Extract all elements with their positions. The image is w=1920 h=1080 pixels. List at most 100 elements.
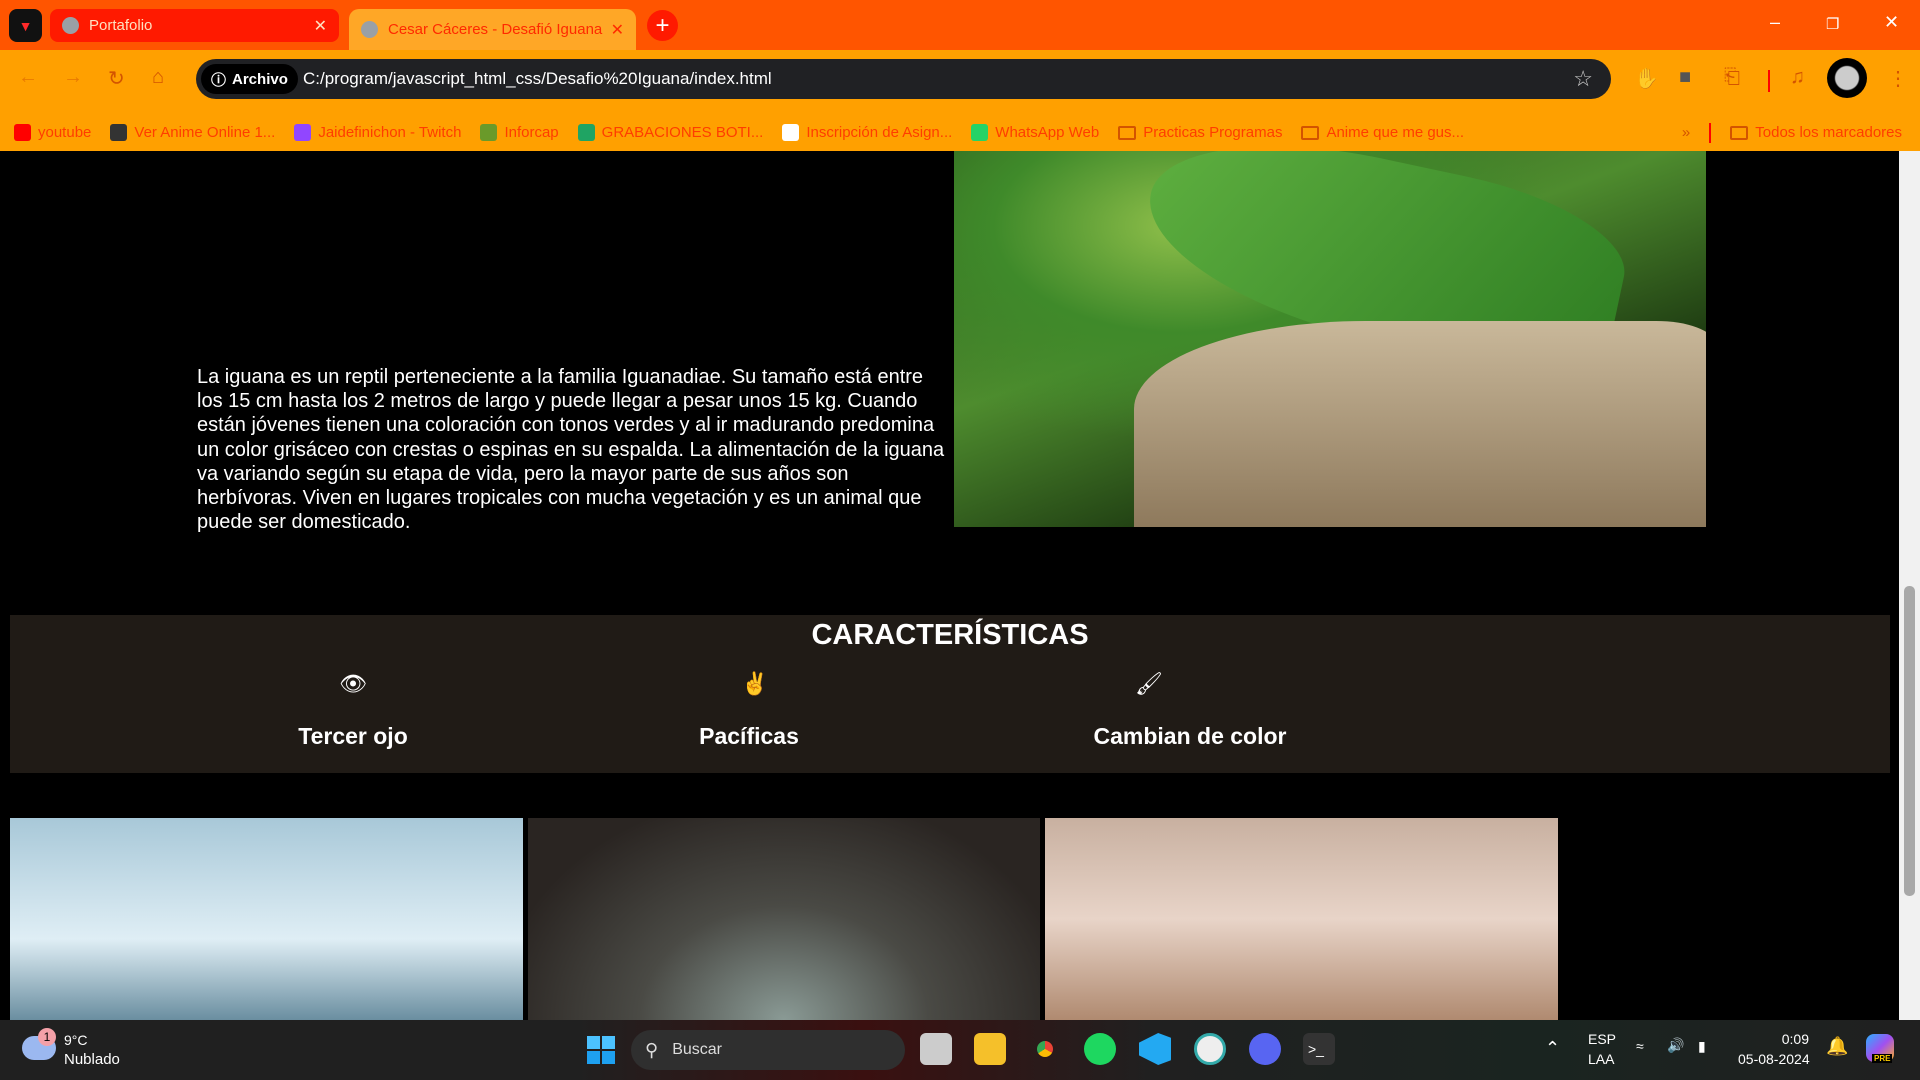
media-control-icon[interactable]: ♫	[1790, 66, 1805, 89]
gallery-image-iguanas-sand	[1045, 818, 1558, 1020]
iguana-description: La iguana es un reptil perteneciente a l…	[197, 366, 945, 534]
notification-bell-icon[interactable]: 🔔	[1826, 1036, 1848, 1057]
home-icon[interactable]: ⌂	[152, 66, 164, 89]
bookmark-item[interactable]: Jaidefinichon - Twitch	[294, 124, 461, 141]
folder-icon	[1118, 125, 1137, 140]
bookmark-item[interactable]: WhatsApp Web	[971, 124, 1099, 141]
folder-icon	[1730, 125, 1749, 140]
weather-temp[interactable]: 9°C	[64, 1032, 88, 1048]
discord-icon[interactable]	[1249, 1033, 1281, 1065]
bookmark-label: Inscripción de Asign...	[806, 124, 953, 141]
bookmark-label: Jaidefinichon - Twitch	[318, 124, 462, 141]
address-bar[interactable]: ⓘ Archivo C:/program/javascript_html_css/…	[196, 59, 1611, 99]
site-info-label: Archivo	[232, 70, 288, 88]
bookmark-label: Inforcap	[504, 124, 559, 141]
whatsapp-icon	[971, 124, 989, 141]
clock-time[interactable]: 0:09	[1761, 1031, 1809, 1047]
bookmarks-bar: youtube Ver Anime Online 1... Jaidefinicho…	[0, 114, 1920, 151]
bookmark-label: Anime que me gus...	[1326, 124, 1465, 141]
taskbar-search[interactable]: ⚲ Buscar	[631, 1030, 905, 1070]
reload-icon[interactable]: ↻	[108, 66, 125, 91]
site-info-chip[interactable]: ⓘ Archivo	[201, 64, 298, 94]
extensions-icon[interactable]: ⎗	[1724, 66, 1740, 89]
robot-extension-icon[interactable]: ■	[1679, 66, 1691, 89]
twitch-icon	[294, 124, 312, 141]
close-window-icon[interactable]: ✕	[1884, 12, 1899, 33]
feature-label: Tercer ojo	[298, 723, 408, 749]
bookmark-star-icon[interactable]: ☆	[1573, 66, 1593, 92]
eye-icon: 👁	[339, 671, 367, 696]
bookmark-label: youtube	[38, 124, 92, 141]
tab-search-button[interactable]: ▼	[9, 9, 42, 42]
menu-icon[interactable]: ⋮	[1888, 66, 1908, 91]
tab-portafolio[interactable]: Portafolio ✕	[50, 9, 339, 42]
weather-condition[interactable]: Nublado	[64, 1051, 120, 1068]
app-icon[interactable]	[1194, 1033, 1226, 1065]
paintbrush-icon: 🖌	[1135, 671, 1163, 696]
sheets-icon	[577, 124, 595, 141]
feature-label: Cambian de color	[1093, 723, 1287, 749]
bookmarks-overflow-button[interactable]: »	[1682, 124, 1690, 141]
close-tab-icon[interactable]: ✕	[314, 16, 327, 36]
url-text[interactable]: C:/program/javascript_html_css/Desafio%2…	[303, 69, 772, 89]
back-icon[interactable]: ←	[18, 66, 38, 89]
bookmark-item[interactable]: Practicas Programas	[1118, 124, 1282, 141]
all-bookmarks-label: Todos los marcadores	[1755, 124, 1902, 141]
vertical-scrollbar[interactable]	[1899, 151, 1920, 1020]
gallery-image-iguana-closeup	[528, 818, 1040, 1020]
copilot-badge: PRE	[1872, 1054, 1893, 1063]
globe-icon	[62, 17, 79, 34]
globe-icon	[361, 21, 378, 38]
scrollbar-thumb[interactable]	[1904, 586, 1915, 896]
bookmark-item[interactable]: Anime que me gus...	[1301, 124, 1464, 141]
new-tab-button[interactable]: +	[647, 10, 678, 41]
toolbar-divider	[1768, 70, 1770, 92]
bookmark-item[interactable]: GRABACIONES BOTI...	[577, 124, 763, 141]
inforcap-icon	[480, 124, 498, 141]
peace-hand-icon: ✌	[741, 671, 769, 696]
spotify-icon[interactable]	[1084, 1033, 1116, 1065]
wifi-icon[interactable]: ≈	[1636, 1038, 1644, 1054]
bookmark-label: Practicas Programas	[1143, 124, 1283, 141]
bookmark-item[interactable]: Inforcap	[480, 124, 559, 141]
profile-avatar[interactable]	[1827, 58, 1867, 98]
bookmark-item[interactable]: Ver Anime Online 1...	[110, 124, 275, 141]
volume-icon[interactable]: 🔊	[1667, 1037, 1684, 1054]
close-tab-icon[interactable]: ✕	[611, 20, 624, 40]
gallery-image-iguana-beach	[10, 818, 523, 1020]
search-placeholder: Buscar	[672, 1041, 722, 1058]
minimize-icon[interactable]: –	[1770, 12, 1780, 33]
chevron-down-icon: ▼	[18, 17, 33, 34]
vscode-icon[interactable]	[1139, 1033, 1171, 1065]
tab-title: Cesar Cáceres - Desafió Iguana	[388, 21, 603, 38]
all-bookmarks[interactable]: Todos los marcadores	[1730, 124, 1902, 141]
restore-icon[interactable]: ❐	[1826, 15, 1839, 33]
search-icon: ⚲	[645, 1039, 659, 1060]
tab-title: Portafolio	[89, 17, 153, 34]
info-icon: ⓘ	[211, 71, 227, 89]
terminal-icon[interactable]: >_	[1303, 1033, 1335, 1065]
adblock-icon[interactable]: ✋	[1634, 66, 1659, 91]
file-explorer-icon[interactable]	[974, 1033, 1006, 1065]
features-title: CARACTERÍSTICAS	[811, 619, 1089, 651]
animeflv-icon	[110, 124, 128, 141]
tab-desafio-iguana[interactable]: Cesar Cáceres - Desafió Iguana ✕	[349, 9, 636, 50]
clock-date[interactable]: 05-08-2024	[1738, 1051, 1810, 1067]
page-icon	[782, 124, 800, 141]
bookmark-item[interactable]: youtube	[14, 124, 91, 141]
chevron-up-icon[interactable]: ⌃	[1545, 1038, 1560, 1059]
language-indicator[interactable]: ESP	[1588, 1031, 1616, 1047]
bookmark-item[interactable]: Inscripción de Asign...	[782, 124, 952, 141]
windows-start-icon[interactable]	[587, 1036, 615, 1064]
forward-icon[interactable]: →	[63, 66, 83, 89]
feature-label: Pacíficas	[699, 723, 799, 749]
task-view-icon[interactable]	[920, 1033, 952, 1065]
chrome-icon[interactable]	[1029, 1033, 1061, 1065]
iguana-hero-image	[954, 151, 1706, 527]
tab-strip: ▼ Portafolio ✕ Cesar Cáceres - Desafió Ig…	[0, 0, 1920, 50]
page-content: La iguana es un reptil perteneciente a l…	[0, 151, 1899, 1020]
keyboard-layout[interactable]: LAA	[1588, 1051, 1614, 1067]
bookmark-label: WhatsApp Web	[995, 124, 1100, 141]
battery-icon[interactable]: ▮	[1698, 1038, 1706, 1055]
windows-taskbar: 1 9°C Nublado ⚲ Buscar >_ ⌃ ESP LAA ≈ 🔊 ▮…	[0, 1020, 1920, 1080]
